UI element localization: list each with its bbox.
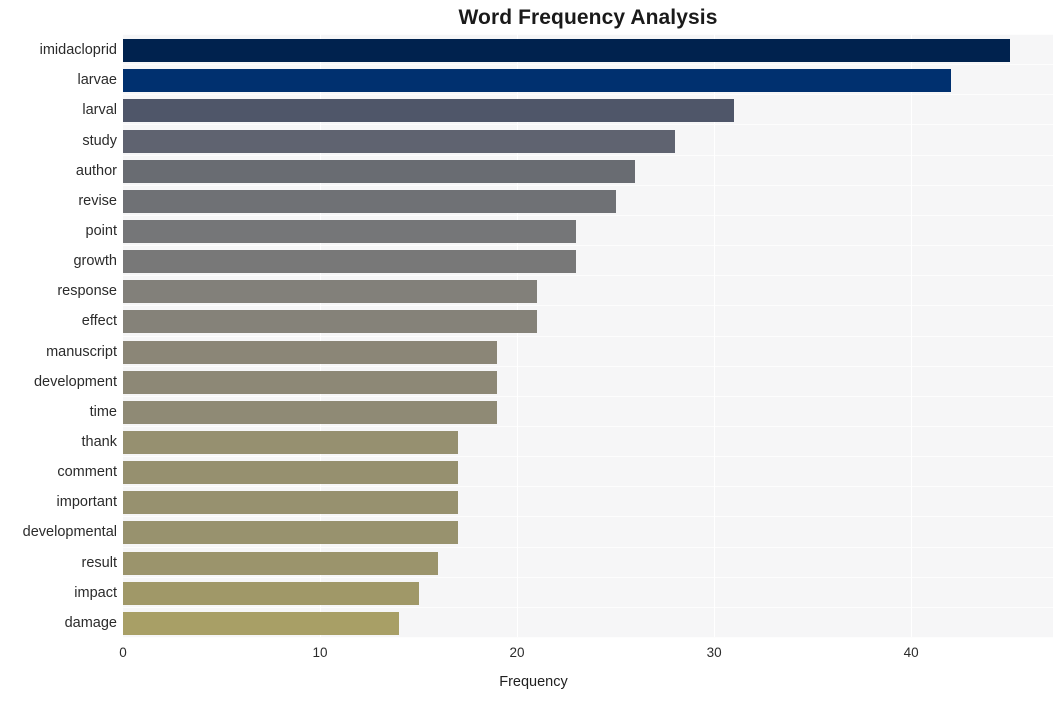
bar xyxy=(123,581,419,605)
vertical-gridline xyxy=(714,34,716,637)
y-axis-tick-label: manuscript xyxy=(46,343,117,360)
horizontal-gridline xyxy=(123,425,1053,427)
x-axis-title-text: Frequency xyxy=(499,674,568,690)
y-axis-tick-label: time xyxy=(89,403,117,420)
horizontal-gridline xyxy=(123,546,1053,548)
horizontal-gridline xyxy=(123,124,1053,126)
bar xyxy=(123,280,537,304)
plot-area xyxy=(123,34,1053,638)
y-axis-tick-label: impact xyxy=(74,584,117,601)
y-axis-tick-label: author xyxy=(75,162,117,179)
bar xyxy=(123,491,458,515)
y-axis-tick-label: study xyxy=(82,132,117,149)
horizontal-gridline xyxy=(123,516,1053,518)
y-axis-tick-label: point xyxy=(85,222,117,239)
vertical-gridline xyxy=(320,34,322,637)
vertical-gridline xyxy=(911,34,913,637)
bar xyxy=(123,310,537,334)
x-axis-tick-label: 40 xyxy=(903,645,919,660)
bar xyxy=(123,370,498,394)
horizontal-gridline xyxy=(123,576,1053,578)
x-axis-title: Frequency xyxy=(0,674,1063,690)
horizontal-gridline xyxy=(123,486,1053,488)
x-axis-tick-label: 20 xyxy=(509,645,525,660)
x-axis-tick-label: 10 xyxy=(312,645,328,660)
y-axis-tick-label: larvae xyxy=(77,72,118,89)
x-axis-tick-label: 0 xyxy=(119,645,127,660)
bar xyxy=(123,129,675,153)
y-axis-tick-label: development xyxy=(33,373,117,390)
y-axis-tick-label: comment xyxy=(57,464,117,481)
y-axis-tick-label: important xyxy=(56,494,117,511)
y-axis-tick-label: imidacloprid xyxy=(39,42,117,59)
y-axis-tick-label: response xyxy=(57,283,117,300)
horizontal-gridline xyxy=(123,154,1053,156)
vertical-gridline xyxy=(517,34,519,637)
y-axis-tick-label: damage xyxy=(64,614,117,631)
bar xyxy=(123,521,458,545)
horizontal-gridline xyxy=(123,606,1053,608)
horizontal-gridline xyxy=(123,637,1053,638)
chart-figure: Word Frequency Analysis imidacloprid larv… xyxy=(0,0,1063,701)
horizontal-gridline xyxy=(123,214,1053,216)
bar xyxy=(123,431,458,455)
bar xyxy=(123,69,951,93)
bar xyxy=(123,189,616,213)
bar xyxy=(123,39,1010,63)
horizontal-gridline xyxy=(123,245,1053,247)
y-axis-tick-label: result xyxy=(81,554,117,571)
horizontal-gridline xyxy=(123,34,1053,35)
bar xyxy=(123,219,577,243)
y-axis-tick-label: effect xyxy=(81,313,117,330)
horizontal-gridline xyxy=(123,395,1053,397)
horizontal-gridline xyxy=(123,64,1053,66)
horizontal-gridline xyxy=(123,305,1053,307)
y-axis-tick-label: revise xyxy=(78,192,117,209)
bar xyxy=(123,461,458,485)
x-axis-tick-label: 30 xyxy=(706,645,722,660)
bar xyxy=(123,551,439,575)
y-axis-tick-label: larval xyxy=(82,102,117,119)
horizontal-gridline xyxy=(123,335,1053,337)
horizontal-gridline xyxy=(123,94,1053,96)
y-axis-tick-label: developmental xyxy=(22,524,117,541)
bar xyxy=(123,400,498,424)
bar xyxy=(123,159,636,183)
y-axis-tick-label: thank xyxy=(81,434,117,451)
horizontal-gridline xyxy=(123,365,1053,367)
horizontal-gridline xyxy=(123,184,1053,186)
bar xyxy=(123,340,498,364)
horizontal-gridline xyxy=(123,456,1053,458)
bar xyxy=(123,99,734,123)
chart-title: Word Frequency Analysis xyxy=(458,6,718,29)
horizontal-gridline xyxy=(123,275,1053,277)
y-axis-tick-label: growth xyxy=(73,253,117,270)
bar xyxy=(123,611,399,635)
bar xyxy=(123,250,577,274)
